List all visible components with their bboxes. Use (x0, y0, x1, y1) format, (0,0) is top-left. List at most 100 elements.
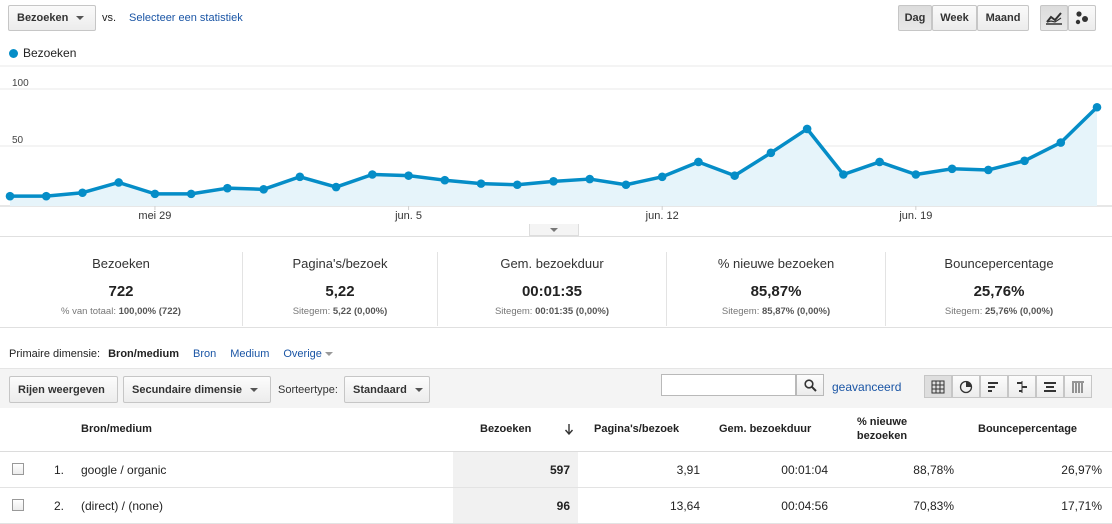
column-header-new-visits[interactable]: % nieuwe bezoeken (845, 416, 919, 442)
data-point (150, 189, 160, 199)
row-avg-duration: 00:01:04 (781, 463, 828, 477)
scorecard-sub: Sitegem: 85,87% (0,00%) (667, 306, 885, 317)
granularity-month-label: Maand (985, 12, 1021, 24)
metric-select[interactable]: Bezoeken (8, 5, 96, 31)
line-chart-button[interactable] (1040, 5, 1068, 31)
granularity-day-button[interactable]: Dag (898, 5, 932, 31)
data-point (512, 180, 522, 190)
pie-chart-icon (959, 380, 973, 393)
row-visits: 96 (556, 499, 570, 513)
table-search-input[interactable] (661, 374, 796, 396)
data-point (295, 172, 305, 182)
y-tick-label: 100 (12, 78, 29, 89)
row-checkbox[interactable] (12, 499, 24, 511)
column-header-source-medium[interactable]: Bron/medium (81, 423, 152, 435)
column-header-avg-duration[interactable]: Gem. bezoekduur (719, 423, 811, 435)
chart-toolbar: Bezoeken vs. Selecteer een statistiek Da… (0, 0, 1112, 38)
column-header-new-visits-line2: bezoeken (856, 430, 908, 442)
view-term-cloud-button[interactable] (1036, 375, 1064, 398)
select-statistic-link[interactable]: Selecteer een statistiek (129, 12, 243, 24)
term-cloud-icon (1044, 381, 1056, 392)
row-new-visits: 88,78% (913, 463, 954, 477)
search-button[interactable] (796, 374, 824, 396)
column-header-new-visits-line1: % nieuwe (856, 416, 908, 428)
view-pivot-button[interactable] (1064, 375, 1092, 398)
data-point (766, 148, 776, 158)
data-point (1092, 102, 1102, 112)
row-checkbox[interactable] (12, 463, 24, 475)
sort-descending-icon[interactable] (564, 423, 574, 435)
primary-dimension-bar: Primaire dimensie: Bron/medium Bron Medi… (9, 348, 333, 360)
view-data-table-button[interactable] (924, 375, 952, 398)
scorecard-pages-per-visit: Pagina's/bezoek 5,22 Sitegem: 5,22 (0,00… (243, 252, 437, 326)
scorecard-sub-value: 25,76% (0,00%) (985, 306, 1054, 317)
series-area (10, 107, 1097, 206)
scorecard-sub-prefix: Sitegem: (292, 306, 331, 317)
column-header-bounce-rate[interactable]: Bouncepercentage (978, 423, 1077, 435)
scorecard-value: 00:01:35 (521, 283, 583, 300)
advanced-filter-link[interactable]: geavanceerd (832, 380, 901, 394)
data-point (694, 157, 703, 167)
motion-chart-button[interactable] (1068, 5, 1096, 31)
scorecard-sub: Sitegem: 25,76% (0,00%) (886, 306, 1112, 317)
scorecard-value: 85,87% (750, 283, 802, 300)
column-header-visits[interactable]: Bezoeken (480, 423, 531, 435)
scorecard-sub-value: 5,22 (0,00%) (332, 306, 388, 317)
scorecard-label: Bouncepercentage (944, 256, 1054, 271)
show-rows-button[interactable]: Rijen weergeven (9, 376, 118, 403)
scorecard-label: Gem. bezoekduur (500, 256, 604, 271)
motion-chart-icon (1075, 11, 1088, 25)
visits-line-chart: 100 50 mei 29 jun. 5 jun. 12 jun. 19 (0, 65, 1112, 222)
table-row: 2. (direct) / (none) 96 13,64 00:04:56 7… (0, 488, 1112, 524)
granularity-day-label: Dag (904, 12, 926, 24)
row-bounce-rate: 17,71% (1061, 499, 1102, 513)
scorecard-value: 722 (108, 283, 134, 300)
data-point (78, 188, 87, 198)
scorecard-sub-prefix: Sitegem: (721, 306, 760, 317)
metric-select-label: Bezoeken (17, 12, 69, 24)
divider (0, 327, 1112, 328)
data-point (5, 191, 15, 201)
comparison-icon (1017, 380, 1027, 393)
view-pie-chart-button[interactable] (952, 375, 980, 398)
secondary-dimension-select[interactable]: Secundaire dimensie (123, 376, 271, 403)
chevron-down-icon (250, 387, 259, 392)
legend-series-label: Bezoeken (23, 46, 77, 60)
view-performance-button[interactable] (980, 375, 1008, 398)
dimension-source-medium[interactable]: Bron/medium (108, 348, 179, 360)
scorecard-label: % nieuwe bezoeken (717, 256, 835, 271)
granularity-month-button[interactable]: Maand (977, 5, 1029, 31)
data-point (41, 191, 51, 201)
data-point (875, 157, 884, 167)
scorecard-value: 25,76% (973, 283, 1025, 300)
collapse-chart-toggle[interactable] (529, 224, 579, 236)
view-comparison-button[interactable] (1008, 375, 1036, 398)
row-visits: 597 (549, 463, 570, 477)
data-point (476, 179, 486, 188)
data-point (839, 170, 848, 179)
data-point (802, 124, 812, 134)
line-chart-icon (1046, 12, 1062, 25)
row-source-link[interactable]: google / organic (81, 463, 166, 477)
primary-dimension-label: Primaire dimensie: (9, 348, 101, 360)
scorecard-new-visits: % nieuwe bezoeken 85,87% Sitegem: 85,87%… (667, 252, 885, 326)
chevron-down-icon (76, 16, 85, 20)
row-source-link[interactable]: (direct) / (none) (81, 499, 163, 513)
scorecard-sub-value: 100,00% (722) (118, 306, 181, 317)
scorecard-value: 5,22 (325, 283, 355, 300)
scorecard-sub-value: 00:01:35 (0,00%) (535, 306, 610, 317)
dimension-other-label: Overige (283, 348, 322, 360)
dimension-other-dropdown[interactable]: Overige (283, 348, 333, 360)
row-new-visits: 70,83% (913, 499, 954, 513)
dimension-source[interactable]: Bron (193, 348, 216, 360)
granularity-week-button[interactable]: Week (932, 5, 977, 31)
dimension-medium[interactable]: Medium (230, 348, 269, 360)
scorecard-bounce-rate: Bouncepercentage 25,76% Sitegem: 25,76% … (886, 252, 1112, 326)
column-header-pages-per-visit[interactable]: Pagina's/bezoek (594, 423, 679, 435)
data-point (984, 165, 993, 175)
data-point (947, 164, 957, 174)
table-row: 1. google / organic 597 3,91 00:01:04 88… (0, 452, 1112, 488)
scorecard-sub: Sitegem: 00:01:35 (0,00%) (438, 306, 666, 317)
data-point (911, 170, 921, 179)
sort-type-select[interactable]: Standaard (344, 376, 430, 403)
